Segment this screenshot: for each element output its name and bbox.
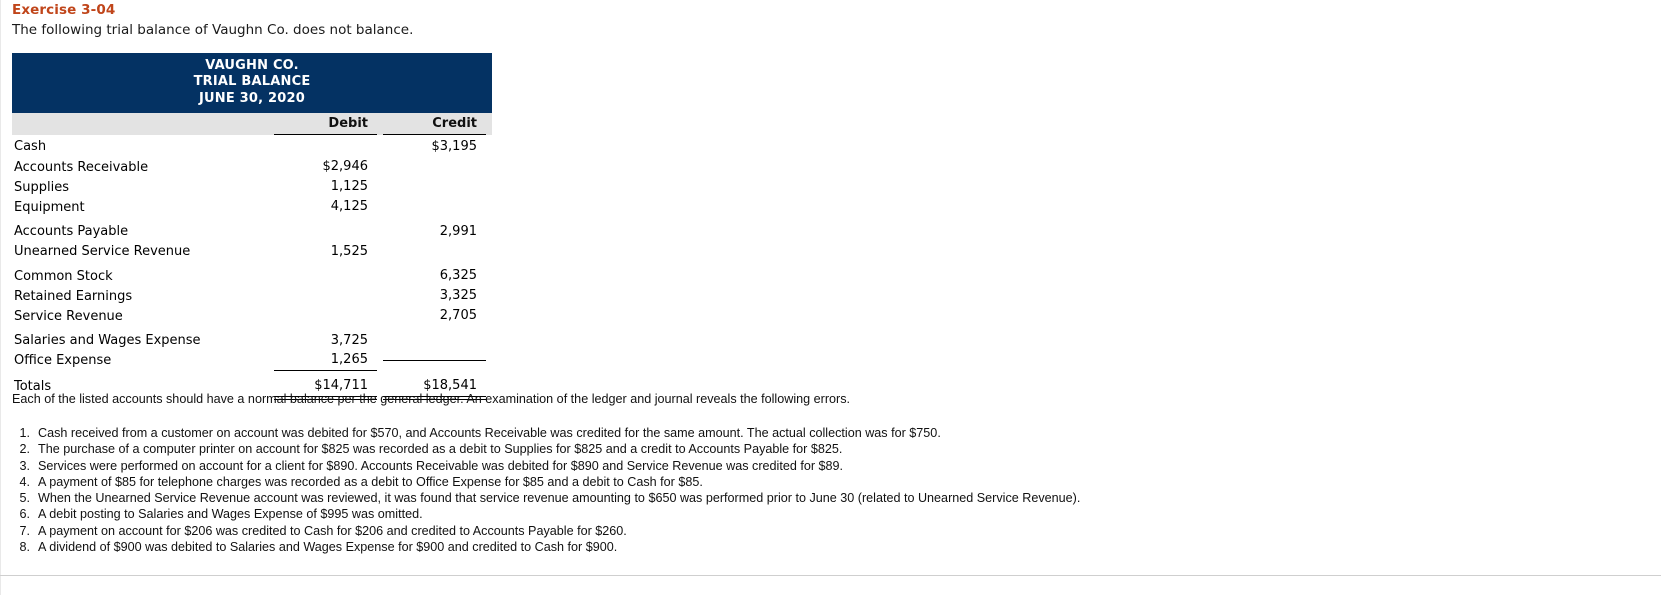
list-item-text: A debit posting to Salaries and Wages Ex…	[38, 507, 423, 522]
table-row: Accounts Payable 2,991	[12, 222, 492, 242]
row-credit-value: 6,325	[439, 268, 477, 284]
row-account-label: Accounts Receivable	[14, 159, 149, 175]
list-item: 5. When the Unearned Service Revenue acc…	[12, 490, 1080, 506]
list-item-text: Cash received from a customer on account…	[38, 426, 941, 440]
row-account-label: Cash	[14, 139, 47, 155]
list-item: 3. Services were performed on account fo…	[12, 458, 1080, 474]
table-row: Equipment 4,125	[12, 197, 492, 217]
row-credit-value: 3,325	[439, 288, 477, 304]
table-row: Cash $3,195	[12, 137, 492, 157]
list-item: 2. The purchase of a computer printer on…	[12, 441, 1080, 457]
trial-balance-table: VAUGHN CO. TRIAL BALANCE JUNE 30, 2020 D…	[12, 53, 492, 400]
list-item: 7. A payment on account for $206 was cre…	[12, 523, 1080, 539]
table-row: Office Expense 1,265	[12, 350, 492, 372]
row-account-label: Office Expense	[14, 353, 112, 369]
errors-list: 1. Cash received from a customer on acco…	[12, 425, 1080, 555]
statement-name: TRIAL BALANCE	[193, 74, 311, 90]
exercise-page: Exercise 3-04 The following trial balanc…	[0, 0, 1661, 595]
row-debit-value: 1,265	[274, 350, 377, 372]
list-item: 1. Cash received from a customer on acco…	[12, 425, 1080, 441]
row-credit-value	[383, 360, 486, 362]
exercise-title: Exercise 3-04	[12, 2, 116, 18]
row-debit-value: 1,525	[330, 243, 368, 259]
row-account-label: Service Revenue	[14, 308, 123, 324]
list-item: 6. A debit posting to Salaries and Wages…	[12, 506, 1080, 522]
row-credit-value: $3,195	[431, 138, 478, 154]
table-row: Common Stock 6,325	[12, 266, 492, 286]
list-item-text: A dividend of $900 was debited to Salari…	[38, 540, 618, 555]
row-account-label: Retained Earnings	[14, 288, 133, 304]
list-item-text: Services were performed on account for a…	[38, 458, 844, 473]
row-debit-value: 4,125	[330, 199, 368, 215]
list-item-number: 7.	[19, 523, 30, 538]
list-item-number: 4.	[19, 474, 30, 489]
list-item-number: 1.	[19, 426, 30, 440]
list-item-text: When the Unearned Service Revenue accoun…	[38, 491, 1081, 506]
list-item: 8. A dividend of $900 was debited to Sal…	[12, 539, 1080, 555]
table-row: Unearned Service Revenue 1,525	[12, 242, 492, 262]
column-header-debit: Debit	[274, 113, 377, 135]
row-account-label: Common Stock	[14, 268, 113, 284]
table-row: Accounts Receivable $2,946	[12, 157, 492, 177]
row-account-label: Equipment	[14, 200, 85, 216]
row-credit-value: 2,705	[439, 308, 477, 324]
exercise-intro-text: The following trial balance of Vaughn Co…	[12, 22, 414, 38]
trial-balance-header: VAUGHN CO. TRIAL BALANCE JUNE 30, 2020	[12, 53, 492, 113]
table-row: Retained Earnings 3,325	[12, 286, 492, 306]
table-row: Salaries and Wages Expense 3,725	[12, 331, 492, 351]
list-item-number: 2.	[19, 442, 30, 457]
list-item-text: The purchase of a computer printer on ac…	[38, 442, 843, 457]
statement-date: JUNE 30, 2020	[198, 90, 306, 106]
column-header-credit: Credit	[383, 113, 486, 135]
row-debit-value: $2,946	[322, 159, 369, 175]
narrative-text: Each of the listed accounts should have …	[12, 392, 851, 406]
list-item-text: A payment of $85 for telephone charges w…	[38, 474, 703, 489]
row-account-label: Accounts Payable	[14, 224, 129, 240]
page-left-border	[0, 0, 1, 595]
list-item: 4. A payment of $85 for telephone charge…	[12, 474, 1080, 490]
page-bottom-divider	[0, 575, 1661, 576]
trial-balance-body: Cash $3,195 Accounts Receivable $2,946 S…	[12, 134, 492, 400]
list-item-number: 3.	[19, 458, 30, 473]
row-account-label: Unearned Service Revenue	[14, 244, 191, 260]
table-row: Service Revenue 2,705	[12, 306, 492, 326]
row-debit-value: 3,725	[330, 332, 368, 348]
column-header-row: Debit Credit	[12, 112, 492, 135]
list-item-text: A payment on account for $206 was credit…	[38, 523, 627, 538]
row-debit-value: 1,125	[330, 179, 368, 195]
list-item-number: 6.	[19, 507, 30, 522]
row-account-label: Supplies	[14, 179, 69, 195]
row-credit-value: 2,991	[439, 223, 477, 239]
table-row: Supplies 1,125	[12, 177, 492, 197]
row-account-label: Salaries and Wages Expense	[14, 333, 201, 349]
list-item-number: 5.	[19, 491, 30, 506]
list-item-number: 8.	[19, 540, 30, 555]
company-name: VAUGHN CO.	[205, 58, 299, 73]
